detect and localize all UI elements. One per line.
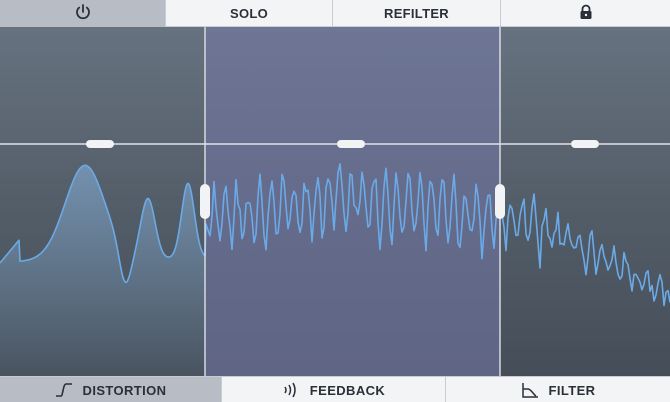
filter-slope-icon [521,382,539,398]
distortion-curve-icon [55,383,73,397]
crossover-handle-1[interactable] [200,184,210,219]
power-button[interactable] [0,0,166,27]
crossover-handle-2[interactable] [495,184,505,219]
band-low-level-handle[interactable] [86,140,114,148]
solo-label: SOLO [229,6,269,21]
spectrum-svg [0,27,670,376]
lock-button[interactable] [501,0,670,27]
top-toolbar: SOLO REFILTER [0,0,670,27]
feedback-waves-icon [282,382,300,398]
band-high[interactable] [500,27,670,376]
bottom-toolbar: DISTORTION FEEDBACK FILTER [0,376,670,402]
refilter-button[interactable]: REFILTER [333,0,501,27]
lock-icon [579,4,593,23]
refilter-label: REFILTER [384,6,449,21]
feedback-tab[interactable]: FEEDBACK [222,377,446,402]
band-high-level-handle[interactable] [571,140,599,148]
filter-tab[interactable]: FILTER [446,377,670,402]
distortion-label: DISTORTION [82,382,167,398]
spectrum-display[interactable] [0,27,670,376]
power-icon [74,3,92,24]
plugin-window: SOLO REFILTER DISTORTION FEEDBACK FILTER [0,0,670,402]
band-mid-level-handle[interactable] [337,140,365,148]
feedback-label: FEEDBACK [309,382,386,398]
filter-label: FILTER [548,382,596,398]
distortion-tab[interactable]: DISTORTION [0,377,222,402]
solo-button[interactable]: SOLO [166,0,333,27]
